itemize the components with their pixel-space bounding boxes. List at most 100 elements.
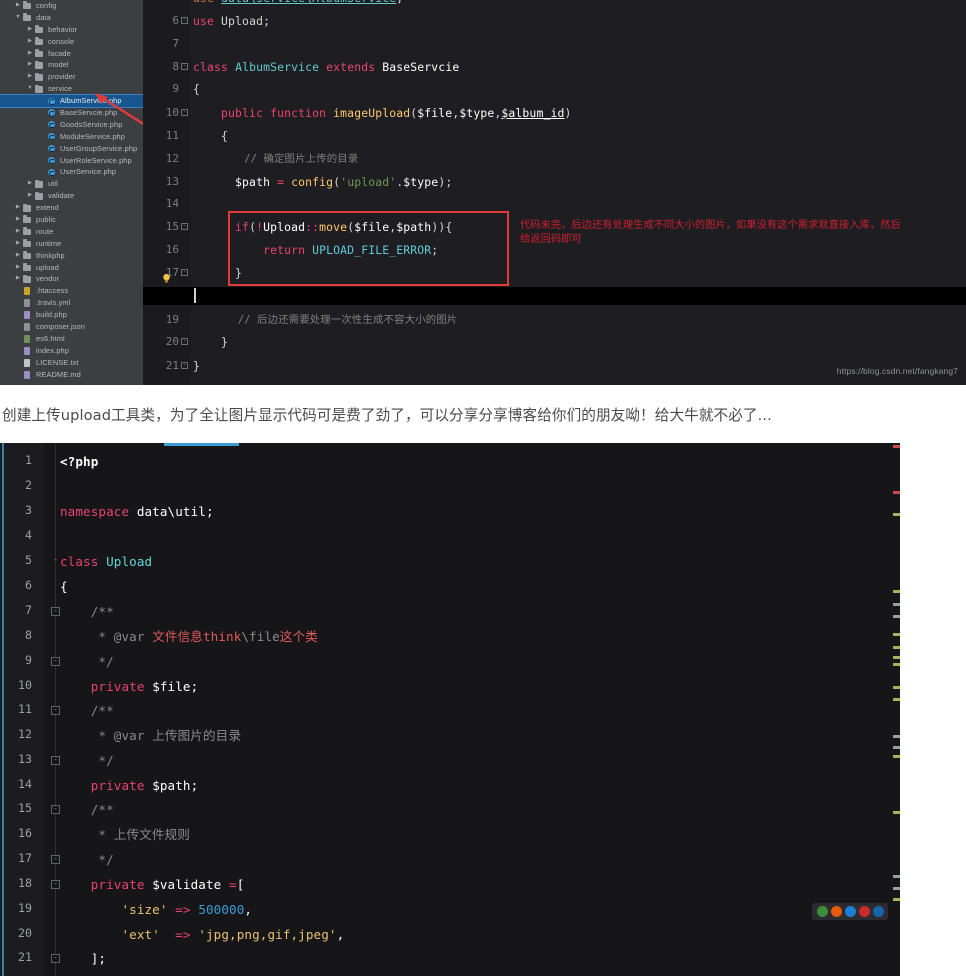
code-fold-toggle-icon[interactable]: - xyxy=(51,607,60,616)
tree-toggle-right-icon[interactable] xyxy=(26,59,34,71)
tree-item-userroleservice-php[interactable]: UserRoleService.php xyxy=(0,155,143,167)
tree-toggle-right-icon[interactable] xyxy=(14,273,22,285)
tree-item-console[interactable]: console xyxy=(0,36,143,48)
code-fold-toggle-icon[interactable]: - xyxy=(51,557,60,566)
scrollbar-marker xyxy=(893,887,900,890)
php-class-icon xyxy=(46,156,57,165)
code-fold-toggle-icon[interactable]: - xyxy=(181,17,188,24)
tree-item-route[interactable]: route xyxy=(0,226,143,238)
tree-item-model[interactable]: model xyxy=(0,59,143,71)
tree-toggle-right-icon[interactable] xyxy=(26,71,34,83)
tree-item-runtime[interactable]: runtime xyxy=(0,238,143,250)
edge-icon[interactable] xyxy=(872,906,884,917)
tree-item-label: console xyxy=(48,36,75,46)
code-line-19: // 后边还需要处理一次性生成不容大小的图片 xyxy=(193,314,458,326)
line-number: 8 xyxy=(25,628,32,642)
tree-item-goodsservice-php[interactable]: GoodsService.php xyxy=(0,119,143,131)
code-line-8: class AlbumService extends BaseServcie xyxy=(193,60,460,74)
tree-item-albumservice-php[interactable]: AlbumService.php xyxy=(0,94,143,109)
tree-item--travis-yml[interactable]: .travis.yml xyxy=(0,297,143,309)
tree-item-validate[interactable]: validate xyxy=(0,190,143,202)
scrollbar-marker xyxy=(893,875,900,878)
code-fold-toggle-icon[interactable]: - xyxy=(181,338,188,345)
folder-icon xyxy=(34,37,45,46)
tree-item-baseservcie-php[interactable]: BaseServcie.php xyxy=(0,107,143,119)
intention-bulb-icon[interactable] xyxy=(162,273,171,284)
tree-item-config[interactable]: config xyxy=(0,0,143,12)
folder-icon xyxy=(34,72,45,82)
line-number: 7 xyxy=(25,603,32,617)
code-fold-toggle-icon[interactable]: - xyxy=(181,362,188,369)
tree-toggle-right-icon[interactable] xyxy=(14,226,22,238)
tree-item-data[interactable]: data xyxy=(0,12,143,24)
tree-toggle-right-icon[interactable] xyxy=(14,262,22,274)
tree-item-label: validate xyxy=(48,191,75,201)
code-fold-toggle-icon[interactable]: - xyxy=(51,855,60,864)
tree-item-moduleservice-php[interactable]: ModuleService.php xyxy=(0,131,143,143)
code-panel[interactable]: 1 2 3 4 5 6 7 8 9 10 11 12 13 14 15 16 17 18 19 20 21 <?php … xyxy=(0,443,900,976)
tree-item-thinkphp[interactable]: thinkphp xyxy=(0,250,143,262)
safari-icon[interactable] xyxy=(844,906,856,917)
tree-item-composer-json[interactable]: composer.json xyxy=(0,321,143,333)
code-editor-pane[interactable]: 6-78-910-1112131415-1617-181920-21- use … xyxy=(143,0,966,385)
tree-toggle-right-icon[interactable] xyxy=(26,24,34,36)
browser-icon-row[interactable] xyxy=(812,903,888,920)
tree-item-vendor[interactable]: vendor xyxy=(0,273,143,285)
tree-item-behavior[interactable]: behavior xyxy=(0,24,143,36)
project-file-tree[interactable]: config data behavior console facade model prov… xyxy=(0,0,143,385)
php-class-icon xyxy=(46,132,57,141)
opera-icon[interactable] xyxy=(858,906,870,917)
code-fold-toggle-icon[interactable]: - xyxy=(51,706,60,715)
line-number: 19 xyxy=(165,313,179,326)
tree-item--htaccess[interactable]: .htaccess xyxy=(0,285,143,297)
line-number: 15 xyxy=(165,220,179,233)
tree-item-util[interactable]: util xyxy=(0,178,143,190)
file-icon xyxy=(22,358,33,367)
tree-item-service[interactable]: service xyxy=(0,83,143,95)
code-fold-toggle-icon[interactable]: - xyxy=(181,63,188,70)
chrome-icon[interactable] xyxy=(816,906,828,917)
tree-toggle-right-icon[interactable] xyxy=(26,190,34,202)
php-class-icon xyxy=(46,97,57,106)
tree-toggle-right-icon[interactable] xyxy=(14,0,22,12)
tree-item-es6-html[interactable]: es6.html xyxy=(0,333,143,345)
code2-line-13: */ xyxy=(60,753,114,768)
tree-item-index-php[interactable]: index.php xyxy=(0,345,143,357)
file-icon xyxy=(22,370,33,379)
code-fold-toggle-icon[interactable]: - xyxy=(51,657,60,666)
line-number: 9 xyxy=(25,653,32,667)
code-fold-toggle-icon[interactable]: - xyxy=(181,269,188,276)
code-marker-scrollbar[interactable] xyxy=(893,443,900,976)
tree-toggle-right-icon[interactable] xyxy=(14,238,22,250)
scrollbar-marker xyxy=(893,686,900,689)
file-icon xyxy=(22,346,33,355)
code-fold-toggle-icon[interactable]: - xyxy=(181,223,188,230)
tree-item-label: ModuleService.php xyxy=(60,131,125,141)
code-fold-toggle-icon[interactable]: - xyxy=(51,805,60,814)
tree-toggle-right-icon[interactable] xyxy=(26,36,34,48)
tree-item-facade[interactable]: facade xyxy=(0,48,143,60)
tree-item-upload[interactable]: upload xyxy=(0,262,143,274)
tree-toggle-right-icon[interactable] xyxy=(14,250,22,262)
firefox-icon[interactable] xyxy=(830,906,842,917)
tree-item-public[interactable]: public xyxy=(0,214,143,226)
tree-item-extend[interactable]: extend xyxy=(0,202,143,214)
tree-toggle-right-icon[interactable] xyxy=(14,214,22,226)
tree-toggle-right-icon[interactable] xyxy=(26,48,34,60)
tree-item-readme-md[interactable]: README.md xyxy=(0,369,143,381)
tree-item-license-txt[interactable]: LICENSE.txt xyxy=(0,357,143,369)
code-fold-toggle-icon[interactable]: - xyxy=(181,109,188,116)
tree-item-build-php[interactable]: build.php xyxy=(0,309,143,321)
line-number: 15 xyxy=(18,801,32,815)
code-fold-toggle-icon[interactable]: - xyxy=(51,880,60,889)
tree-toggle-down-icon[interactable] xyxy=(14,12,22,24)
tree-toggle-right-icon[interactable] xyxy=(14,202,22,214)
code-fold-toggle-icon[interactable]: - xyxy=(51,756,60,765)
tree-item-provider[interactable]: provider xyxy=(0,71,143,83)
code-fold-toggle-icon[interactable]: - xyxy=(51,954,60,963)
line-number: 4 xyxy=(25,528,32,542)
tree-toggle-right-icon[interactable] xyxy=(26,178,34,190)
tree-toggle-down-icon[interactable] xyxy=(26,83,34,95)
tree-item-userservice-php[interactable]: UserService.php xyxy=(0,166,143,178)
tree-item-usergroupservice-php[interactable]: UserGroupService.php xyxy=(0,143,143,155)
